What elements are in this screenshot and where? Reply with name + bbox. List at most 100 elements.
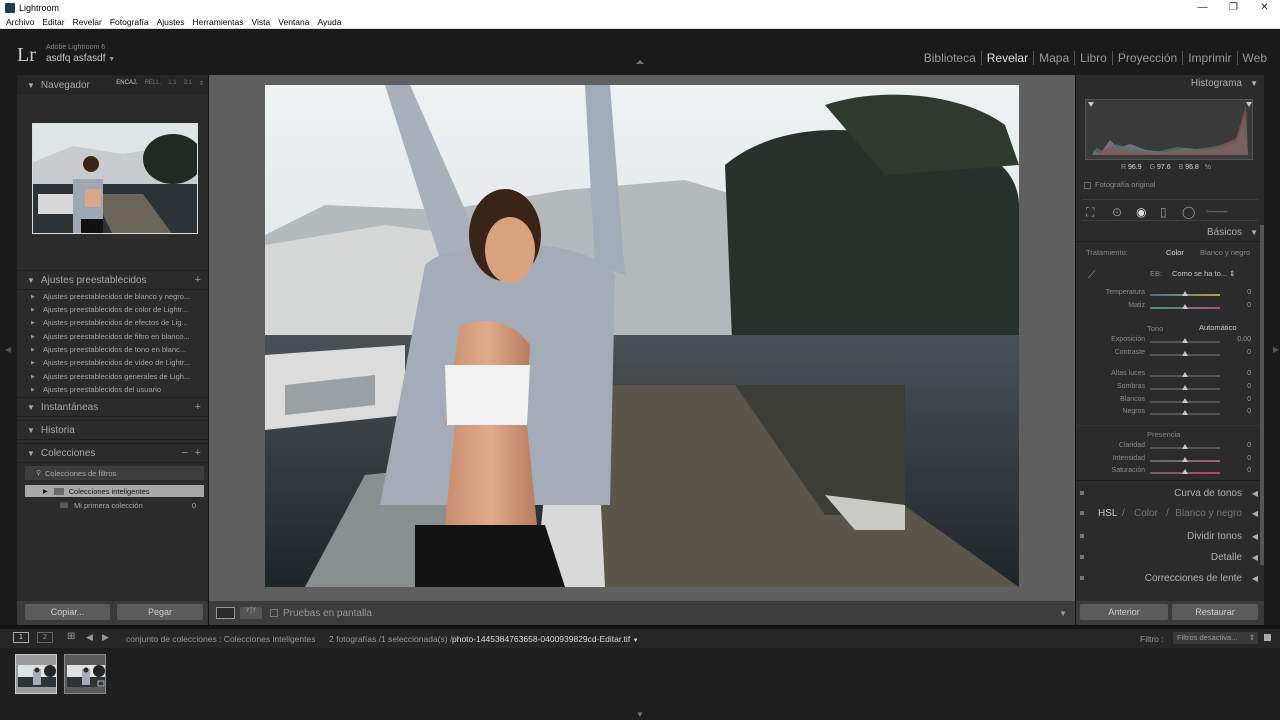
slider-whites[interactable]: Blancos 0 <box>1076 396 1264 408</box>
filmstrip-thumbnail[interactable] <box>15 654 57 694</box>
restore-button[interactable]: ❐ <box>1218 0 1249 15</box>
panel-switch-icon[interactable] <box>1080 511 1084 515</box>
preset-folder[interactable]: Ajustes preestablecidos de efectos de Li… <box>31 318 188 327</box>
slider-exposure[interactable]: Exposición 0.00 <box>1076 336 1264 348</box>
navigator-preview[interactable] <box>32 123 198 234</box>
close-button[interactable]: ✕ <box>1249 0 1280 15</box>
menu-ayuda[interactable]: Ayuda <box>317 17 341 27</box>
add-preset-icon[interactable]: + <box>195 274 201 286</box>
slider-value[interactable]: 0 <box>1247 408 1251 415</box>
basics-header[interactable]: Básicos ▼ <box>1076 227 1264 238</box>
menu-ventana[interactable]: Ventana <box>278 17 309 27</box>
adjustment-brush-icon[interactable]: ◦—— <box>1206 206 1227 216</box>
preset-folder[interactable]: Ajustes preestablecidos de filtro en bla… <box>31 332 190 341</box>
zoom-fill[interactable]: RELL. <box>145 80 162 87</box>
slider-value[interactable]: 0 <box>1247 289 1251 296</box>
add-snapshot-icon[interactable]: + <box>195 401 201 413</box>
slider-value[interactable]: 0 <box>1247 302 1251 309</box>
slider-value[interactable]: 0.00 <box>1237 336 1251 343</box>
bottom-panel-toggle-icon[interactable]: ▼ <box>636 710 644 719</box>
collections-header[interactable]: ▼ Colecciones − + <box>17 443 208 463</box>
right-edge[interactable]: ▶ <box>1264 75 1280 625</box>
zoom-3-1[interactable]: 3:1 <box>184 80 192 87</box>
menu-revelar[interactable]: Revelar <box>73 17 102 27</box>
collection-filter[interactable]: ⚲ Colecciones de filtros <box>25 466 204 480</box>
zoom-fit[interactable]: ENCAJ. <box>116 80 137 87</box>
copy-button[interactable]: Copiar... <box>25 604 110 620</box>
hsl-tab[interactable]: HSL <box>1098 508 1117 519</box>
slider-value[interactable]: 0 <box>1247 349 1251 356</box>
filter-select[interactable]: Filtros desactiva... ⇕ <box>1173 632 1258 644</box>
menu-vista[interactable]: Vista <box>252 17 271 27</box>
presets-header[interactable]: ▼ Ajustes preestablecidos + <box>17 270 208 290</box>
module-mapa[interactable]: Mapa <box>1033 51 1074 65</box>
compare-view-icon[interactable]: Y|Y <box>240 607 262 619</box>
histogram-header[interactable]: Histograma ▼ <box>1076 78 1264 89</box>
slider-thumb[interactable] <box>1182 398 1188 403</box>
identity-user[interactable]: asdfq asfasdf ▼ <box>46 53 115 64</box>
slider-thumb[interactable] <box>1182 304 1188 309</box>
filename[interactable]: photo-1445384763658-0400939829cd-Editar.… <box>452 634 639 644</box>
lens-corrections-header[interactable]: Correcciones de lente ◀ <box>1076 573 1264 584</box>
collection-mine[interactable]: Mi primera colección 0 <box>25 499 204 511</box>
zoom-menu-icon[interactable]: ⇕ <box>199 80 204 87</box>
slider-thumb[interactable] <box>1182 291 1188 296</box>
split-toning-header[interactable]: Dividir tonos ◀ <box>1076 531 1264 542</box>
module-libro[interactable]: Libro <box>1074 51 1112 65</box>
panel-switch-icon[interactable] <box>1080 491 1084 495</box>
zoom-1-1[interactable]: 1:1 <box>168 80 176 87</box>
loupe-view-icon[interactable] <box>216 607 235 619</box>
source-label[interactable]: conjunto de colecciones : Colecciones in… <box>126 634 315 644</box>
reset-button[interactable]: Restaurar <box>1172 604 1258 620</box>
module-imprimir[interactable]: Imprimir <box>1182 51 1236 65</box>
module-proyeccion[interactable]: Proyección <box>1111 51 1182 65</box>
softproof-checkbox[interactable] <box>270 609 278 617</box>
treatment-color[interactable]: Color <box>1166 248 1184 257</box>
menu-fotografia[interactable]: Fotografía <box>110 17 149 27</box>
top-panel-toggle-icon[interactable] <box>636 60 644 64</box>
slider-shadows[interactable]: Sombras 0 <box>1076 383 1264 395</box>
slider-value[interactable]: 0 <box>1247 383 1251 390</box>
menu-archivo[interactable]: Archivo <box>6 17 34 27</box>
slider-clarity[interactable]: Claridad 0 <box>1076 442 1264 454</box>
histogram-graph[interactable] <box>1085 99 1253 160</box>
slider-thumb[interactable] <box>1182 444 1188 449</box>
snapshots-header[interactable]: ▼ Instantáneas + <box>17 397 208 417</box>
preset-folder[interactable]: Ajustes preestablecidos de blanco y negr… <box>31 292 190 301</box>
left-edge[interactable]: ◀ <box>0 75 17 625</box>
panel-switch-icon[interactable] <box>1080 555 1084 559</box>
toolbar-menu-icon[interactable]: ▼ <box>1059 609 1067 618</box>
slider-value[interactable]: 0 <box>1247 455 1251 462</box>
navigator-header[interactable]: ▼ Navegador ENCAJ. RELL. 1:1 3:1 ⇕ <box>17 75 208 95</box>
wb-select[interactable]: Como se ha to... ⇕ <box>1172 269 1235 278</box>
detail-header[interactable]: Detalle ◀ <box>1076 552 1264 563</box>
slider-thumb[interactable] <box>1182 457 1188 462</box>
slider-vibrance[interactable]: Intensidad 0 <box>1076 455 1264 467</box>
slider-thumb[interactable] <box>1182 351 1188 356</box>
add-collection-icon[interactable]: + <box>195 447 201 459</box>
back-arrow-icon[interactable]: ◀ <box>86 632 93 643</box>
color-tab[interactable]: Color <box>1134 508 1158 519</box>
crop-icon[interactable]: ⛶ <box>1086 205 1094 220</box>
filmstrip-thumbnail[interactable] <box>64 654 106 694</box>
slider-thumb[interactable] <box>1182 338 1188 343</box>
tone-curve-header[interactable]: Curva de tonos ◀ <box>1076 488 1264 499</box>
window-2-button[interactable]: 2 <box>37 632 53 643</box>
module-biblioteca[interactable]: Biblioteca <box>919 51 981 65</box>
slider-tint[interactable]: Matiz 0 <box>1076 302 1264 314</box>
forward-arrow-icon[interactable]: ▶ <box>102 632 109 643</box>
slider-thumb[interactable] <box>1182 385 1188 390</box>
tone-auto-button[interactable]: Automático <box>1199 323 1237 332</box>
preset-folder[interactable]: Ajustes preestablecidos del usuario <box>31 385 161 394</box>
spot-removal-icon[interactable]: ⊙ <box>1112 205 1122 219</box>
slider-value[interactable]: 0 <box>1247 442 1251 449</box>
menu-ajustes[interactable]: Ajustes <box>157 17 185 27</box>
right-panel-scrollbar[interactable] <box>1260 225 1264 565</box>
slider-value[interactable]: 0 <box>1247 396 1251 403</box>
slider-blacks[interactable]: Negros 0 <box>1076 408 1264 420</box>
remove-collection-icon[interactable]: − <box>182 447 188 459</box>
slider-value[interactable]: 0 <box>1247 370 1251 377</box>
slider-highlights[interactable]: Altas luces 0 <box>1076 370 1264 382</box>
history-header[interactable]: ▼ Historia <box>17 420 208 440</box>
slider-saturation[interactable]: Saturación 0 <box>1076 467 1264 479</box>
